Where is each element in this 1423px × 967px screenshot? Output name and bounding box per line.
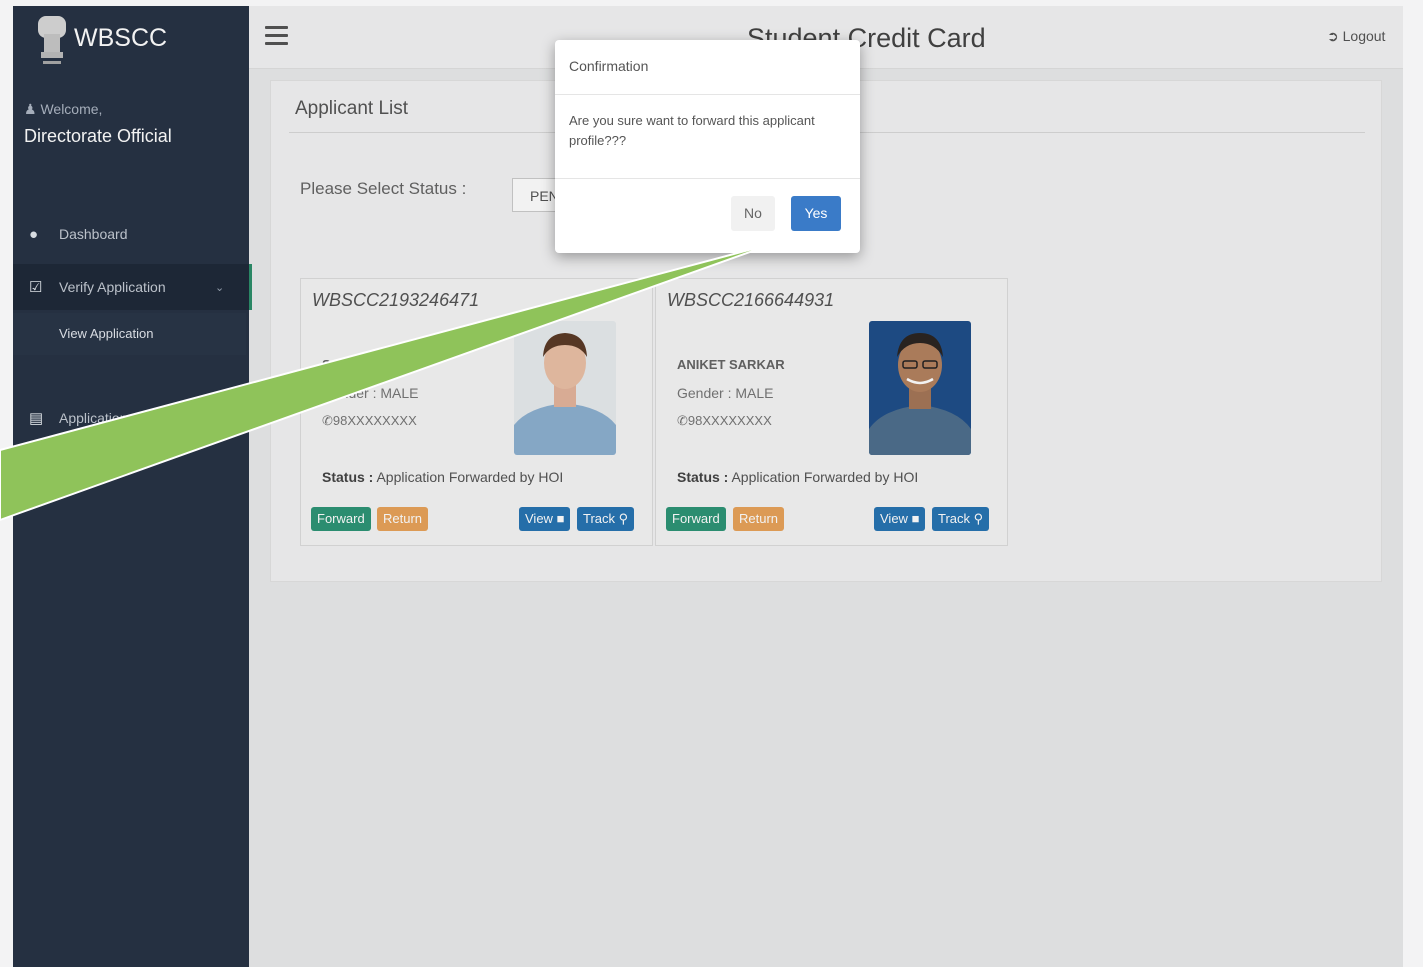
dialog-title: Confirmation xyxy=(569,58,649,74)
app-frame: WBSCC ♟ Welcome, Directorate Official ● … xyxy=(13,6,1403,967)
no-button[interactable]: No xyxy=(731,196,775,231)
dialog-message: Are you sure want to forward this applic… xyxy=(569,113,815,148)
confirmation-dialog: Confirmation Are you sure want to forwar… xyxy=(555,40,860,253)
divider xyxy=(555,94,860,95)
yes-button[interactable]: Yes xyxy=(791,196,841,231)
divider xyxy=(555,178,860,179)
page-margin xyxy=(1403,6,1423,967)
